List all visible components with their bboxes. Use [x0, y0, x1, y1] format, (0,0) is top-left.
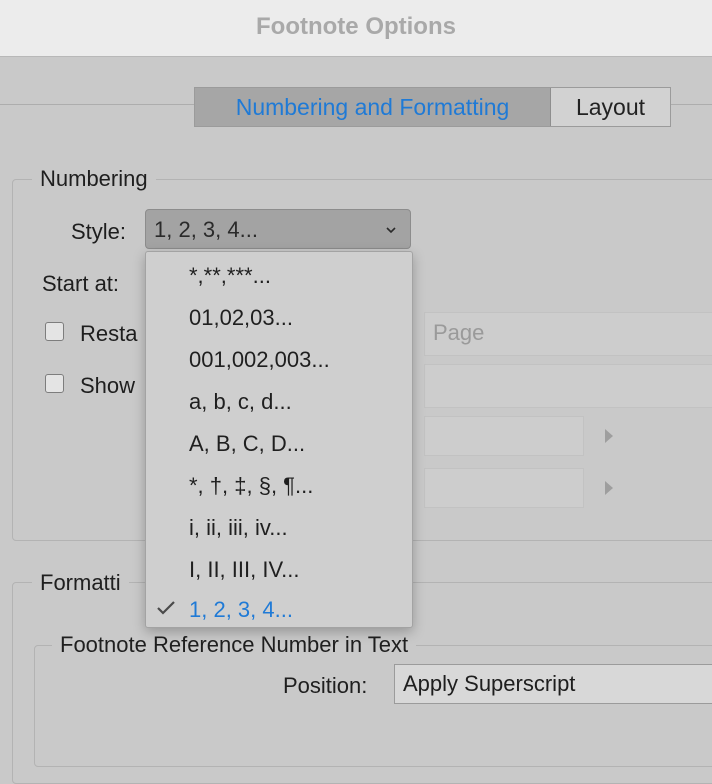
tab-numbering-and-formatting[interactable]: Numbering and Formatting: [195, 88, 551, 126]
divider: [670, 104, 712, 105]
menu-item-leading-zero[interactable]: 01,02,03...: [189, 305, 293, 331]
prefix-input[interactable]: [424, 416, 584, 456]
restart-checkbox[interactable]: [45, 322, 64, 341]
show-prefix-checkbox[interactable]: [45, 374, 64, 393]
prefix-field[interactable]: [424, 364, 712, 408]
menu-item-arabic[interactable]: 1, 2, 3, 4...: [146, 592, 412, 626]
formatting-group-label: Formatti: [32, 570, 129, 596]
position-label: Position:: [283, 673, 368, 698]
menu-item-symbols[interactable]: *, †, ‡, §, ¶...: [189, 473, 313, 499]
style-select-value: 1, 2, 3, 4...: [154, 217, 258, 242]
menu-item-lowercase-roman[interactable]: i, ii, iii, iv...: [189, 515, 288, 541]
style-select[interactable]: 1, 2, 3, 4...: [145, 209, 411, 249]
menu-item-arabic-label: 1, 2, 3, 4...: [189, 597, 293, 622]
arrow-right-icon[interactable]: [605, 481, 613, 495]
restart-label: Resta: [80, 321, 138, 346]
reference-number-group-label: Footnote Reference Number in Text: [52, 632, 417, 658]
checkmark-icon: [157, 601, 175, 615]
chevron-down-icon: [386, 227, 396, 234]
tab-layout[interactable]: Layout: [551, 88, 670, 126]
arrow-right-icon[interactable]: [605, 429, 613, 443]
style-label: Style:: [71, 219, 127, 244]
show-label: Show: [80, 373, 136, 398]
menu-item-double-leading-zero[interactable]: 001,002,003...: [189, 347, 330, 373]
title-bar: Footnote Options: [0, 0, 712, 57]
menu-item-uppercase-letters[interactable]: A, B, C, D...: [189, 431, 305, 457]
menu-item-uppercase-roman[interactable]: I, II, III, IV...: [189, 557, 299, 583]
menu-item-lowercase-letters[interactable]: a, b, c, d...: [189, 389, 292, 415]
suffix-input[interactable]: [424, 468, 584, 508]
tab-bar: Numbering and Formatting Layout: [194, 87, 671, 127]
divider: [0, 104, 195, 105]
position-select[interactable]: Apply Superscript: [394, 664, 712, 704]
numbering-group-label: Numbering: [32, 166, 156, 192]
restart-every-select[interactable]: Page: [424, 312, 712, 356]
window-title: Footnote Options: [256, 13, 456, 40]
start-at-label: Start at:: [42, 271, 120, 296]
style-dropdown-menu: *,**,***... 01,02,03... 001,002,003... a…: [145, 251, 413, 628]
menu-item-asterisks[interactable]: *,**,***...: [189, 263, 271, 289]
